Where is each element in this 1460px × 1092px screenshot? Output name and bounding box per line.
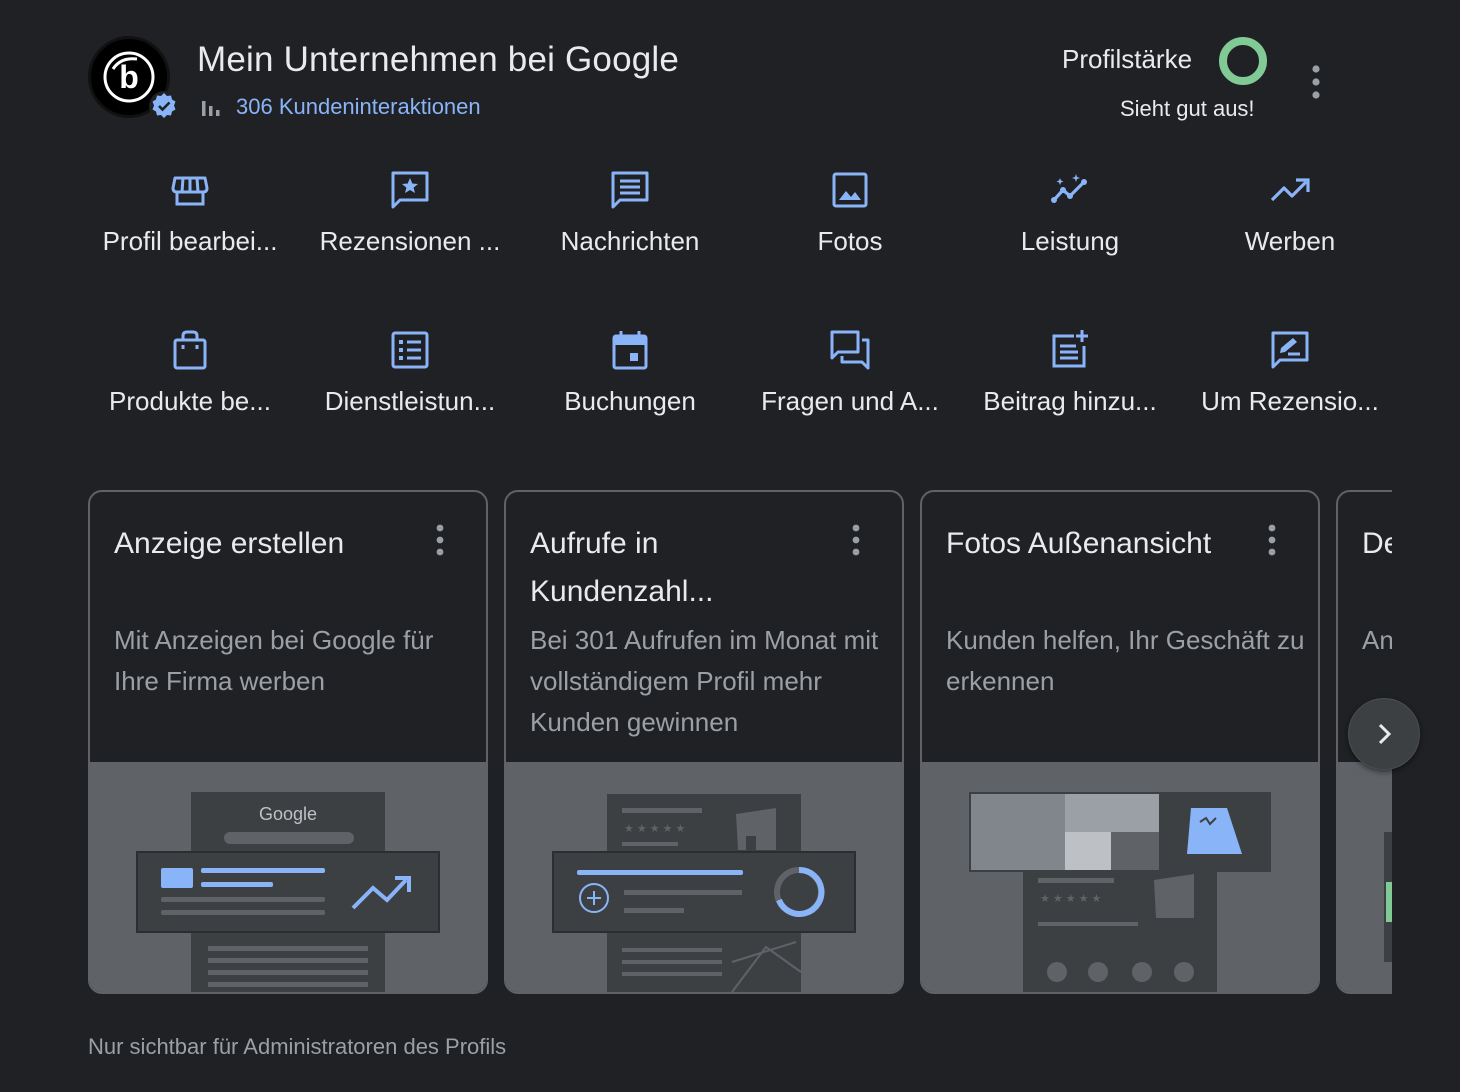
store-icon	[171, 176, 209, 206]
action-label: Werben	[1244, 226, 1336, 256]
action-label: Beitrag hinzu...	[983, 386, 1157, 416]
views-illustration: ★★★★★	[506, 762, 902, 992]
card-description: An Ur	[1362, 625, 1392, 655]
chevron-right-icon	[1378, 723, 1392, 745]
forum-icon	[830, 330, 870, 370]
message-icon	[611, 171, 649, 209]
svg-text:★★★★★: ★★★★★	[624, 822, 688, 835]
action-messages[interactable]: Nachrichten	[528, 168, 732, 288]
action-label: Dienstleistun...	[324, 386, 496, 416]
carousel-next-button[interactable]	[1348, 698, 1420, 770]
profile-strength-ring-icon[interactable]	[1216, 34, 1270, 88]
photos-illustration: ★★★★★	[922, 762, 1318, 992]
action-performance[interactable]: Leistung	[968, 168, 1172, 288]
admin-only-note: Nur sichtbar für Administratoren des Pro…	[88, 1034, 507, 1059]
action-advertise[interactable]: Werben	[1188, 168, 1392, 288]
card-description: Kunden helfen, Ihr Geschäft zu erkennen	[946, 625, 1305, 696]
card-views-to-customers[interactable]: Aufrufe in Kundenzahl... Bei 301 Aufrufe…	[504, 490, 904, 994]
more-vert-icon	[852, 524, 860, 556]
card-more-button[interactable]	[844, 522, 868, 558]
shopping-bag-icon	[173, 330, 207, 370]
card-title: Fotos Außenansicht	[946, 527, 1212, 560]
ad-illustration: Google	[90, 762, 486, 992]
business-name: Mein Unternehmen bei Google	[197, 40, 680, 79]
verified-badge-icon	[148, 90, 180, 122]
illus-google-label: Google	[259, 804, 317, 824]
action-ask-reviews[interactable]: Um Rezensio...	[1188, 328, 1392, 448]
action-qa[interactable]: Fragen und A...	[748, 328, 952, 448]
more-options-button[interactable]	[1304, 62, 1328, 102]
action-label: Fotos	[817, 226, 883, 256]
card-more-button[interactable]	[428, 522, 452, 558]
svg-text:★★★★★: ★★★★★	[1040, 892, 1104, 905]
action-label: Buchungen	[564, 386, 696, 416]
action-reviews[interactable]: Rezensionen ...	[308, 168, 512, 288]
review-star-icon	[391, 171, 429, 209]
photo-icon	[832, 172, 868, 208]
action-bookings[interactable]: Buchungen	[528, 328, 732, 448]
card-description: Bei 301 Aufrufen im Monat mit vollständi…	[530, 625, 879, 737]
partial-illustration	[1338, 762, 1392, 992]
interactions-link[interactable]: 306 Kundeninteraktionen	[200, 94, 481, 120]
bar-chart-icon	[202, 101, 220, 116]
calendar-icon	[612, 331, 648, 370]
profile-strength-label: Profilstärke	[1062, 44, 1193, 74]
card-title: Aufrufe in Kundenzahl...	[530, 527, 714, 608]
trending-up-icon	[1270, 178, 1310, 202]
card-title: Anzeige erstellen	[114, 527, 345, 560]
card-title: De Ka	[1362, 527, 1392, 560]
action-label: Leistung	[1020, 226, 1120, 256]
suggestion-carousel: Anzeige erstellen Mit Anzeigen bei Googl…	[88, 490, 1392, 996]
more-vert-icon	[1268, 524, 1276, 556]
action-label: Rezensionen ...	[319, 226, 501, 256]
post-add-icon	[1052, 330, 1088, 368]
action-services[interactable]: Dienstleistun...	[308, 328, 512, 448]
action-photos[interactable]: Fotos	[748, 168, 952, 288]
action-label: Profil bearbei...	[102, 226, 278, 256]
card-exterior-photos[interactable]: Fotos Außenansicht Kunden helfen, Ihr Ge…	[920, 490, 1320, 994]
insights-icon	[1051, 174, 1087, 203]
interactions-label[interactable]: 306 Kundeninteraktionen	[236, 94, 481, 120]
action-label: Fragen und A...	[761, 386, 939, 416]
svg-text:b: b	[119, 59, 139, 95]
action-add-post[interactable]: Beitrag hinzu...	[968, 328, 1172, 448]
rate-review-icon	[1271, 331, 1309, 369]
list-icon	[391, 331, 429, 369]
more-vert-icon	[1312, 65, 1320, 99]
card-description: Mit Anzeigen bei Google für Ihre Firma w…	[114, 625, 434, 696]
action-edit-profile[interactable]: Profil bearbei...	[88, 168, 292, 288]
action-label: Um Rezensio...	[1201, 386, 1379, 416]
card-more-button[interactable]	[1260, 522, 1284, 558]
action-label: Produkte be...	[109, 386, 271, 416]
profile-strength-status: Sieht gut aus!	[1120, 96, 1255, 121]
action-label: Nachrichten	[560, 226, 700, 256]
card-create-ad[interactable]: Anzeige erstellen Mit Anzeigen bei Googl…	[88, 490, 488, 994]
more-vert-icon	[436, 524, 444, 556]
action-products[interactable]: Produkte be...	[88, 328, 292, 448]
